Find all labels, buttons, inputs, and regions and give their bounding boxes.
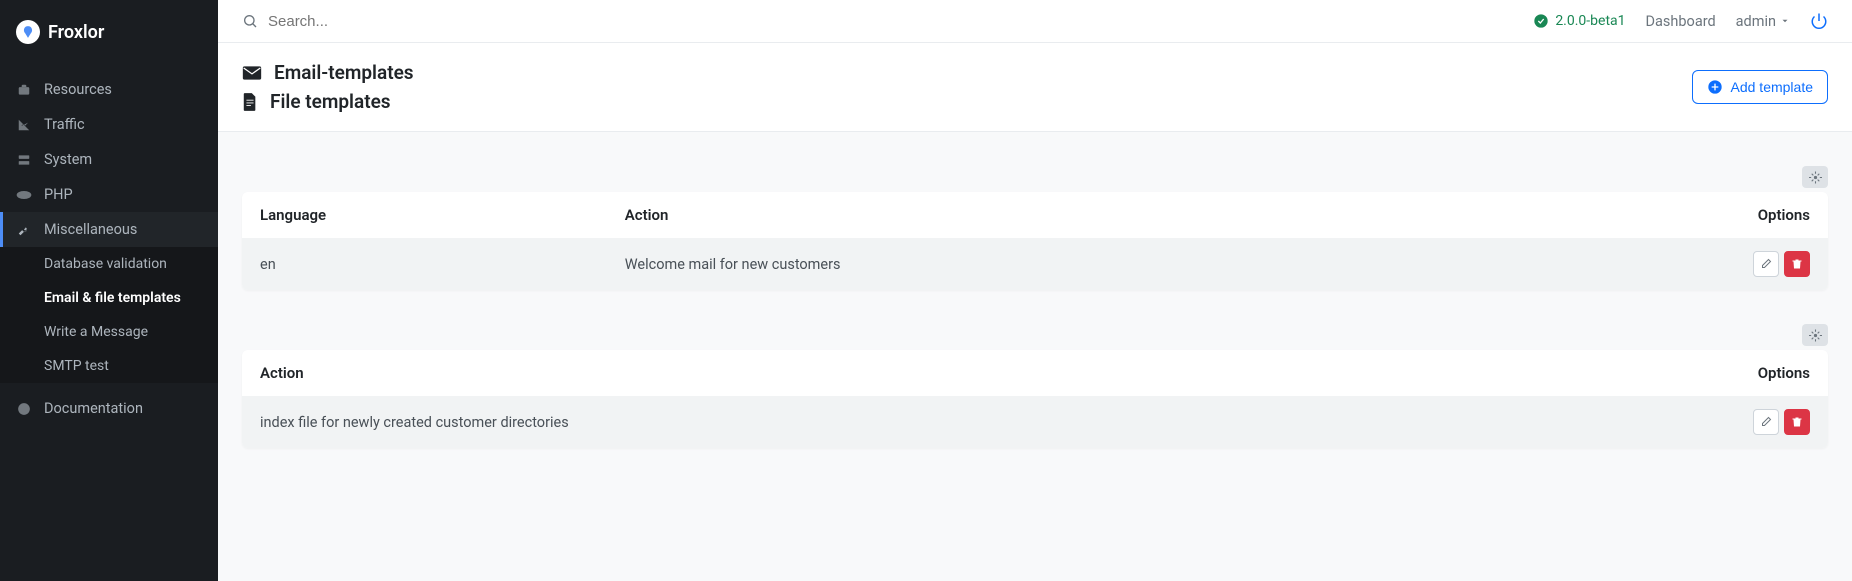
- logo-text: Froxlor: [48, 22, 104, 43]
- php-icon: [16, 190, 32, 200]
- edit-icon: [1760, 416, 1772, 428]
- edit-icon: [1760, 258, 1772, 270]
- delete-button[interactable]: [1784, 251, 1810, 277]
- col-options: Options: [1708, 192, 1828, 238]
- file-templates-table: Action Options index file for newly crea…: [242, 350, 1828, 448]
- search[interactable]: [242, 13, 1533, 30]
- file-templates-table-section: Action Options index file for newly crea…: [242, 324, 1828, 448]
- subnav-database-validation[interactable]: Database validation: [0, 247, 218, 281]
- chevron-down-icon: [1780, 16, 1790, 26]
- version-badge[interactable]: 2.0.0-beta1: [1533, 13, 1625, 29]
- email-templates-table-section: Language Action Options en Welcome mail …: [242, 166, 1828, 290]
- table-row: en Welcome mail for new customers: [242, 238, 1828, 290]
- add-template-button[interactable]: Add template: [1692, 70, 1829, 104]
- title-file-templates: File templates: [242, 90, 414, 113]
- info-icon: [16, 402, 32, 416]
- gear-icon: [1809, 171, 1822, 184]
- delete-button[interactable]: [1784, 409, 1810, 435]
- col-action: Action: [242, 350, 1708, 396]
- col-action: Action: [607, 192, 1708, 238]
- server-icon: [16, 153, 32, 167]
- search-input[interactable]: [268, 13, 568, 30]
- trash-icon: [1791, 416, 1803, 428]
- check-circle-icon: [1533, 13, 1549, 29]
- edit-button[interactable]: [1753, 251, 1779, 277]
- dashboard-link[interactable]: Dashboard: [1646, 13, 1716, 30]
- power-icon[interactable]: [1810, 12, 1828, 30]
- col-options: Options: [1708, 350, 1828, 396]
- table-settings-button[interactable]: [1802, 324, 1828, 346]
- trash-icon: [1791, 258, 1803, 270]
- edit-button[interactable]: [1753, 409, 1779, 435]
- subnav-email-file-templates[interactable]: Email & file templates: [0, 281, 218, 315]
- logo[interactable]: Froxlor: [0, 0, 218, 64]
- plus-circle-icon: [1707, 79, 1723, 95]
- file-icon: [242, 92, 258, 112]
- sidebar-item-miscellaneous[interactable]: Miscellaneous: [0, 212, 218, 247]
- page-header: Email-templates File templates Add templ…: [218, 43, 1852, 132]
- table-row: index file for newly created customer di…: [242, 396, 1828, 448]
- sidebar-item-resources[interactable]: Resources: [0, 72, 218, 107]
- table-settings-button[interactable]: [1802, 166, 1828, 188]
- briefcase-icon: [16, 83, 32, 97]
- subnav-write-message[interactable]: Write a Message: [0, 315, 218, 349]
- chart-icon: [16, 118, 32, 132]
- title-email-templates: Email-templates: [242, 61, 414, 84]
- topbar: 2.0.0-beta1 Dashboard admin: [218, 0, 1852, 43]
- subnav-smtp-test[interactable]: SMTP test: [0, 349, 218, 383]
- gear-icon: [1809, 329, 1822, 342]
- sidebar-item-documentation[interactable]: Documentation: [0, 391, 218, 426]
- sidebar-item-traffic[interactable]: Traffic: [0, 107, 218, 142]
- envelope-icon: [242, 65, 262, 81]
- wrench-icon: [16, 223, 32, 237]
- sidebar: Froxlor Resources Traffic System PHP Mis…: [0, 0, 218, 581]
- logo-icon: [16, 20, 40, 44]
- col-language: Language: [242, 192, 607, 238]
- email-templates-table: Language Action Options en Welcome mail …: [242, 192, 1828, 290]
- search-icon: [242, 13, 258, 29]
- sidebar-item-php[interactable]: PHP: [0, 177, 218, 212]
- sidebar-item-system[interactable]: System: [0, 142, 218, 177]
- user-dropdown[interactable]: admin: [1736, 13, 1790, 30]
- main: 2.0.0-beta1 Dashboard admin Email-templa…: [218, 0, 1852, 581]
